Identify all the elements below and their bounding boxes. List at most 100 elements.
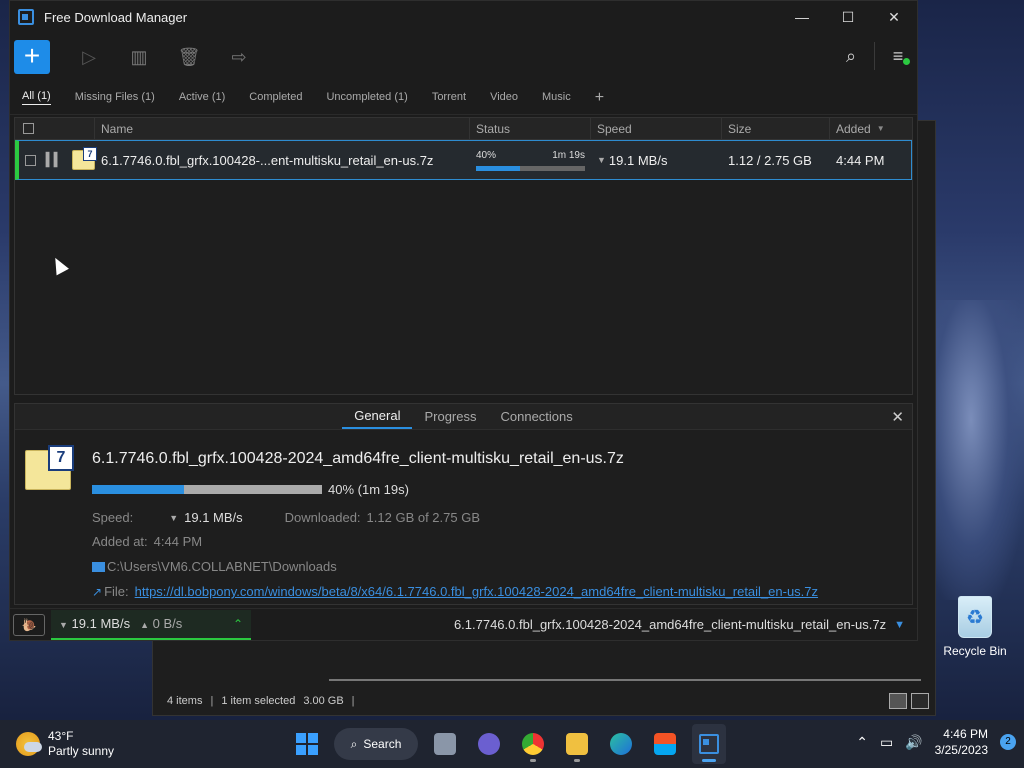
view-toggle [889,693,929,709]
statusbar-file-name: 6.1.7746.0.fbl_grfx.100428-2024_amd64fre… [453,617,887,632]
play-icon[interactable]: ▷ [64,40,114,74]
column-added[interactable]: Added ▼ [830,118,912,139]
downloaded-label: Downloaded: [284,510,361,525]
downloads-list: Name Status Speed Size Added ▼ ▍▍ 6.1.774… [14,117,913,395]
tab-active[interactable]: Active (1) [179,91,225,105]
maximize-button[interactable]: ☐ [825,1,871,33]
weather-temp: 43°F [48,729,74,743]
close-details-icon[interactable]: ✕ [891,408,904,426]
explorer-statusbar: 4 items | 1 item selected 3.00 GB | [153,687,935,715]
clock-date: 3/25/2023 [934,743,988,757]
row-checkbox[interactable] [25,154,36,166]
add-download-button[interactable]: + [14,40,50,74]
chevron-up-icon[interactable]: ⌃ [856,734,868,751]
external-link-icon: ↗ [92,584,103,599]
search-icon: ⌕ [350,736,358,751]
row-time-left: 1m 19s [552,149,585,161]
column-size[interactable]: Size [722,118,830,139]
column-status[interactable]: Status [470,118,591,139]
fdm-taskbar-button[interactable] [692,724,726,764]
folder-icon [92,561,105,572]
network-icon[interactable]: ▭ [880,734,893,751]
row-speed: ▼ 19.1 MB/s [591,141,722,179]
taskbar-search[interactable]: ⌕ Search [334,728,418,760]
edge-icon [610,733,632,755]
tab-progress[interactable]: Progress [412,404,488,429]
folder-path[interactable]: C:\Users\VM6.COLLABNET\Downloads [107,559,337,574]
move-to-folder-icon[interactable]: ⇨ [214,40,264,74]
toolbar-right: ⌕ ≡ [836,39,913,73]
tab-missing-files[interactable]: Missing Files (1) [75,91,155,105]
edge-button[interactable] [604,724,638,764]
details-progress-fill [92,485,184,494]
tab-general[interactable]: General [342,404,413,429]
details-panel: General Progress Connections ✕ 6.1.7746.… [14,403,913,605]
row-speed-value: 19.1 MB/s [608,152,668,168]
start-button[interactable] [290,724,324,764]
select-all-checkbox[interactable] [15,118,95,139]
fdm-logo-icon [18,9,34,25]
added-label: Added at: [92,534,148,549]
tab-music[interactable]: Music [542,91,571,105]
volume-icon[interactable]: 🔊 [905,734,922,751]
details-view-button[interactable] [889,693,907,709]
tab-video[interactable]: Video [490,91,518,105]
added-value: 4:44 PM [153,534,203,549]
system-tray: ⌃ ▭ 🔊 4:46 PM 3/25/2023 2 [856,726,1016,758]
pause-all-icon[interactable]: ▥ [114,40,164,74]
tab-all[interactable]: All (1) [22,90,51,105]
speed-summary[interactable]: ▼ 19.1 MB/s ▲ 0 B/s ⌃ [51,609,251,640]
titlebar: Free Download Manager — ☐ ✕ [10,1,917,33]
clock[interactable]: 4:46 PM 3/25/2023 [935,726,988,758]
close-button[interactable]: ✕ [871,1,917,33]
chrome-button[interactable] [516,724,550,764]
chevron-up-icon[interactable]: ⌃ [233,617,243,631]
notification-badge[interactable]: 2 [1000,734,1016,750]
file-label: File: [104,584,129,599]
task-view-button[interactable] [428,724,462,764]
file-explorer-button[interactable] [560,724,594,764]
tab-connections[interactable]: Connections [489,404,585,429]
row-progress-bar [476,165,585,171]
running-indicator [574,759,580,762]
checkbox[interactable] [23,123,34,134]
sort-down-icon: ▼ [876,124,885,133]
column-name[interactable]: Name [95,118,470,139]
search-icon[interactable]: ⌕ [836,39,866,73]
minimize-button[interactable]: — [779,1,825,33]
taskbar-apps: ⌕ Search [290,724,726,764]
tab-completed[interactable]: Completed [249,91,302,105]
download-speed-value: 19.1 MB/s [71,616,131,631]
tiles-view-button[interactable] [911,693,929,709]
add-tab-icon[interactable]: + [595,89,604,107]
tab-torrent[interactable]: Torrent [432,91,466,105]
delete-icon[interactable]: 🗑 [164,40,214,74]
taskbar: 43°F Partly sunny ⌕ Search ⌃ ▭ 🔊 4:46 PM… [0,720,1024,768]
details-file-line: ↗ File: https://dl.bobpony.com/windows/b… [92,584,818,599]
recycle-bin[interactable]: Recycle Bin [940,596,1010,658]
details-folder-line[interactable]: C:\Users\VM6.COLLABNET\Downloads [92,559,337,574]
speed-label: Speed: [92,510,134,525]
filter-tabs: All (1) Missing Files (1) Active (1) Com… [10,81,917,115]
recycle-bin-icon [958,596,992,638]
download-speed: ▼ 19.1 MB/s [59,616,130,631]
downloaded-value: 1.12 GB of 2.75 GB [366,510,481,525]
teams-chat-button[interactable] [472,724,506,764]
toolbar: + ▷ ▥ 🗑 ⇨ ⌕ ≡ [10,33,917,81]
weather-widget[interactable]: 43°F Partly sunny [16,729,114,759]
column-added-label: Added [836,121,871,136]
statusbar-current-file[interactable]: 6.1.7746.0.fbl_grfx.100428-2024_amd64fre… [454,617,905,632]
windows-logo-icon [296,733,318,755]
chevron-down-icon[interactable]: ▼ [894,619,905,631]
explorer-scrollbar[interactable] [329,679,921,681]
upload-speed-value: 0 B/s [152,616,183,631]
menu-icon[interactable]: ≡ [883,39,913,73]
column-speed[interactable]: Speed [591,118,722,139]
tab-uncompleted[interactable]: Uncompleted (1) [326,91,407,105]
table-row[interactable]: ▍▍ 6.1.7746.0.fbl_grfx.100428-...ent-mul… [15,140,912,180]
store-button[interactable] [648,724,682,764]
active-indicator [702,759,716,762]
speed-limit-snail-icon[interactable]: 🐌 [13,613,45,636]
pause-icon[interactable]: ▍▍ [46,152,64,168]
file-url-link[interactable]: https://dl.bobpony.com/windows/beta/8/x6… [135,584,818,599]
